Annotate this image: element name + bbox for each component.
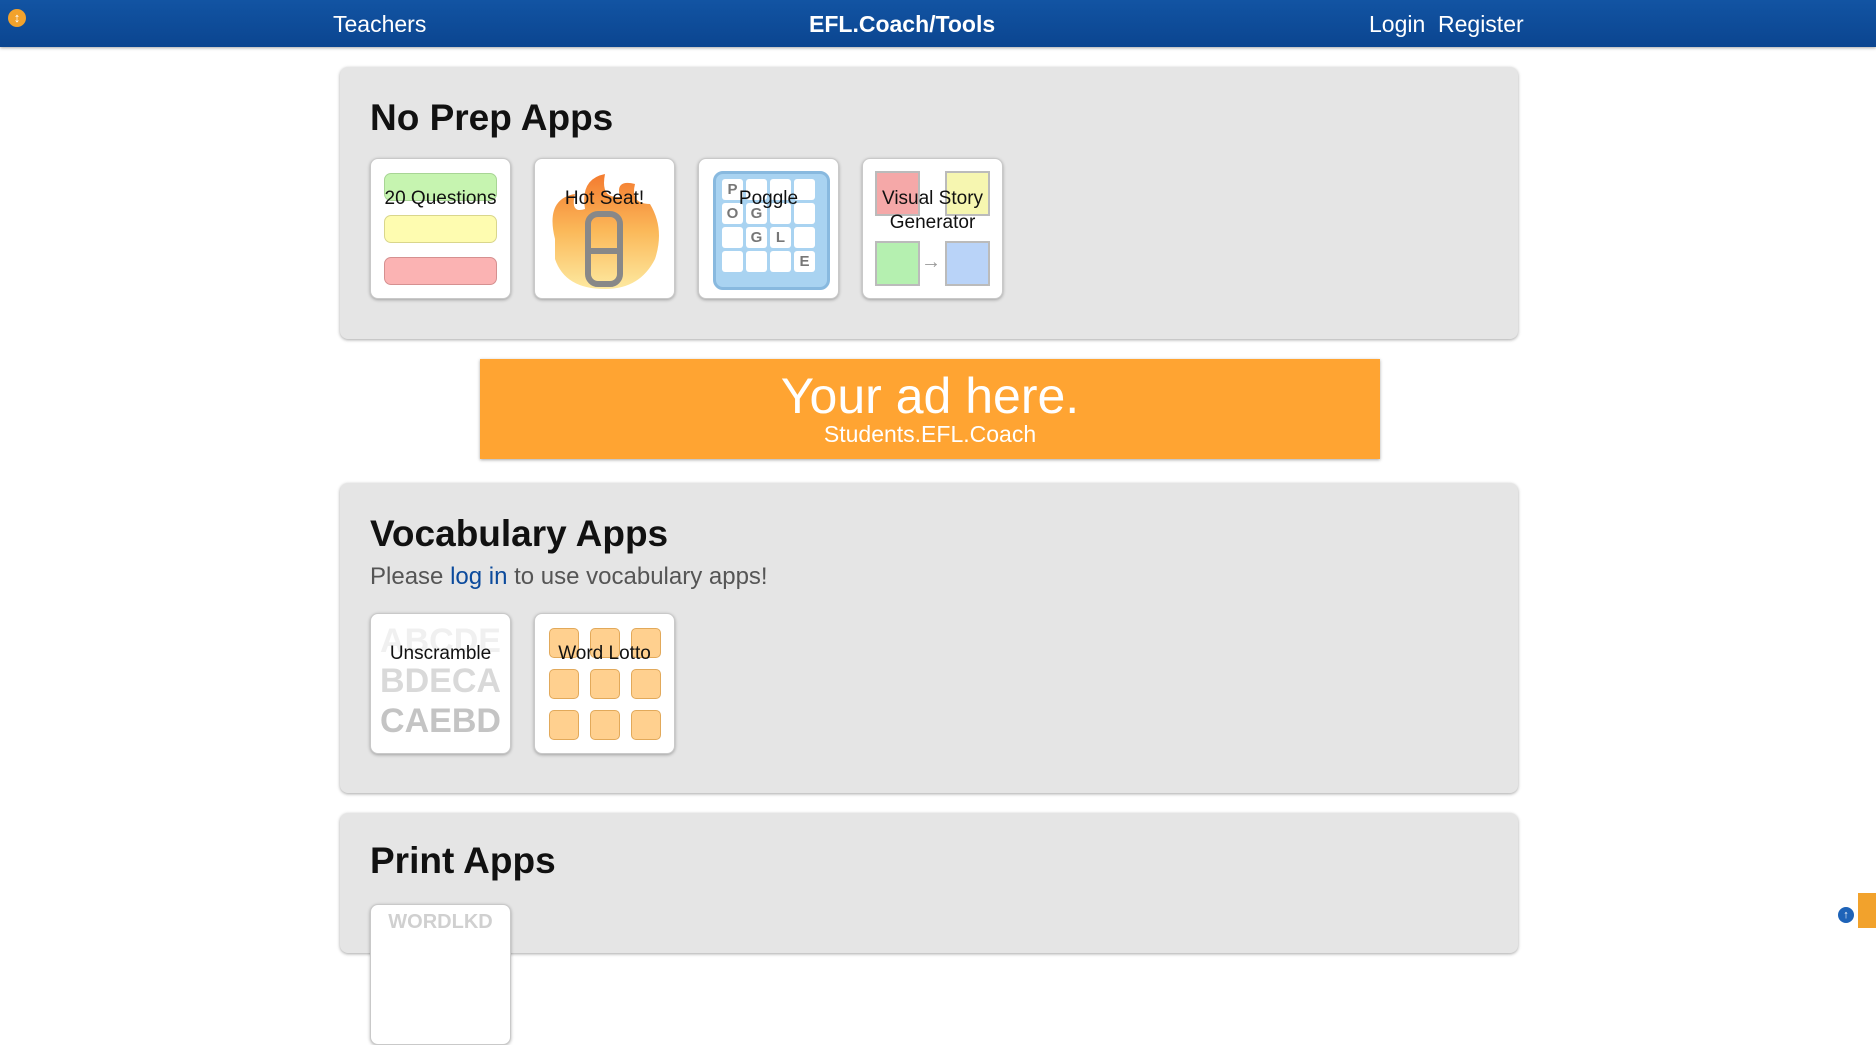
app-label: Poggle bbox=[738, 188, 799, 209]
letters-row-2: BDECA bbox=[380, 662, 501, 700]
nav-login-link[interactable]: Login bbox=[1369, 11, 1425, 38]
nav-register-link[interactable]: Register bbox=[1438, 11, 1524, 38]
flaming-chair-icon bbox=[552, 174, 659, 289]
red-bar-icon bbox=[384, 257, 497, 285]
login-notice: Please log in to use vocabulary apps! bbox=[370, 563, 768, 591]
top-navbar: ↕ Teachers EFL.Coach/Tools Login Registe… bbox=[0, 0, 1876, 47]
brand-link[interactable]: EFL.Coach/Tools bbox=[809, 11, 995, 38]
app-label: Unscramble bbox=[389, 643, 492, 664]
print-apps-title: Print Apps bbox=[370, 840, 556, 881]
no-prep-apps-panel: No Prep Apps 20 Questions Hot Seat! P O … bbox=[340, 67, 1518, 339]
app-tile-hot-seat[interactable]: Hot Seat! bbox=[534, 158, 675, 299]
notice-suffix: to use vocabulary apps! bbox=[514, 563, 768, 590]
app-tile-20-questions[interactable]: 20 Questions bbox=[370, 158, 511, 299]
app-tile-visual-story-generator[interactable]: → Visual Story Generator bbox=[862, 158, 1003, 299]
side-tab[interactable] bbox=[1858, 893, 1876, 928]
app-tile-unscramble[interactable]: ABCDE BDECA CAEBD Unscramble bbox=[370, 613, 511, 754]
accessibility-icon[interactable]: ↕ bbox=[8, 9, 26, 27]
arrow-right-icon: → bbox=[921, 251, 941, 273]
ad-subtitle: Students.EFL.Coach bbox=[823, 421, 1037, 447]
app-label: Hot Seat! bbox=[564, 188, 645, 209]
yellow-bar-icon bbox=[384, 215, 497, 243]
app-label: 20 Questions bbox=[384, 188, 497, 209]
no-prep-apps-title: No Prep Apps bbox=[370, 97, 614, 138]
app-label: Word Lotto bbox=[558, 643, 651, 664]
login-link[interactable]: log in bbox=[450, 563, 507, 590]
app-tile-print-partial[interactable]: WORDLKD bbox=[370, 904, 511, 1045]
partial-tile-text: WORDLKD bbox=[388, 911, 493, 933]
blue-square-icon bbox=[945, 241, 990, 286]
notice-prefix: Please bbox=[370, 563, 444, 590]
letters-row-3: CAEBD bbox=[380, 702, 501, 740]
app-label: Visual Story Generator bbox=[881, 188, 984, 233]
vocabulary-apps-title: Vocabulary Apps bbox=[370, 513, 669, 554]
app-tile-word-lotto[interactable]: Word Lotto bbox=[534, 613, 675, 754]
scroll-up-icon[interactable]: ↑ bbox=[1838, 907, 1854, 923]
ad-title: Your ad here. bbox=[780, 368, 1080, 424]
nav-teachers-link[interactable]: Teachers bbox=[333, 11, 426, 38]
print-apps-panel: Print Apps WORDLKD bbox=[340, 813, 1518, 1045]
green-square-icon bbox=[875, 241, 920, 286]
app-tile-poggle[interactable]: P O G G L E Poggle bbox=[698, 158, 839, 299]
ad-banner[interactable]: Your ad here. Students.EFL.Coach bbox=[480, 359, 1380, 459]
vocabulary-apps-panel: Vocabulary Apps Please log in to use voc… bbox=[340, 483, 1518, 793]
